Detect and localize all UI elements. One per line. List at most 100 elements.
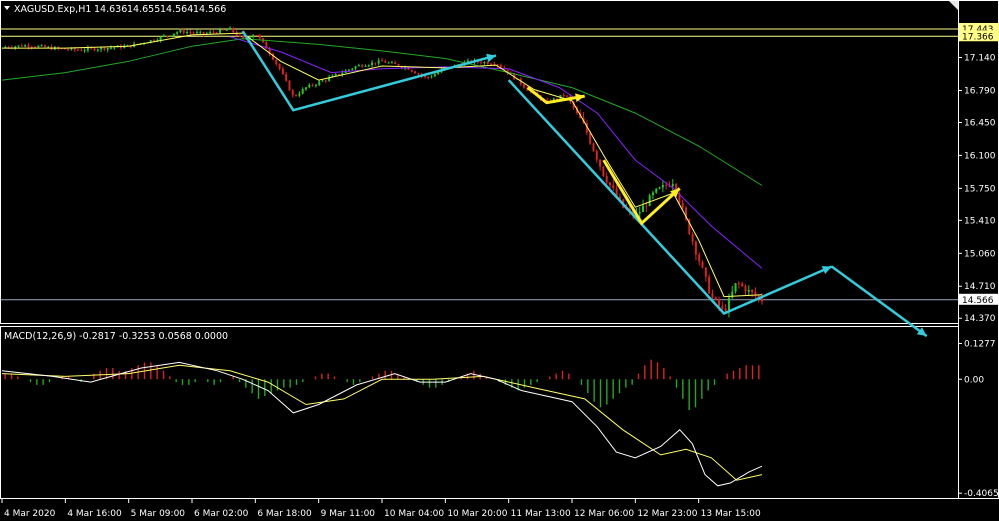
- candle-body: [113, 47, 116, 49]
- candle-body: [711, 293, 714, 298]
- price-tick-label: 15.060: [964, 249, 996, 259]
- time-tick-label: 5 Mar 09:00: [131, 509, 186, 519]
- candle-body: [305, 87, 307, 90]
- candle-body: [192, 32, 195, 34]
- time-tick-label: 12 Mar 23:00: [637, 509, 697, 519]
- candle-body: [430, 76, 433, 78]
- time-tick-label: 10 Mar 04:00: [384, 509, 444, 519]
- macd-tick-label: 0.00: [964, 375, 984, 385]
- candle-body: [67, 49, 70, 51]
- price-tags: 17.44317.36614.566: [959, 23, 999, 306]
- time-tick-label: 6 Mar 18:00: [257, 509, 312, 519]
- candle-body: [523, 84, 526, 88]
- time-tick-label: 9 Mar 11:00: [321, 509, 376, 519]
- macd-indicator: [1, 359, 763, 487]
- candle-body: [298, 93, 301, 96]
- candle-body: [414, 71, 417, 74]
- candle-body: [229, 27, 231, 30]
- candle-body: [314, 84, 317, 86]
- candle-body: [43, 45, 46, 48]
- chart-corner-triangle-icon: [948, 0, 958, 10]
- candle-body: [176, 32, 179, 34]
- candle-body: [721, 306, 724, 309]
- candle-body: [714, 297, 717, 299]
- candle-body: [377, 60, 380, 64]
- price-axis-ticks: 17.140 16.790 16.450 16.100 15.750 15.410 15.0…: [958, 54, 996, 324]
- low-value: 14.564: [160, 4, 193, 15]
- macd-signal-line: [1, 364, 763, 481]
- candle-body: [681, 203, 684, 208]
- candle-body: [751, 289, 754, 293]
- candle-body: [357, 65, 360, 67]
- candle-body: [321, 80, 324, 82]
- candle-body: [162, 35, 165, 37]
- candle-body: [737, 283, 740, 285]
- candle-body: [361, 65, 364, 67]
- candle-body: [486, 62, 489, 64]
- candle-body: [638, 211, 641, 214]
- candle-body: [605, 175, 608, 183]
- candle-body: [77, 49, 79, 51]
- time-tick-label: 13 Mar 15:00: [701, 509, 761, 519]
- candle-body: [334, 74, 337, 76]
- candle-body: [215, 32, 218, 34]
- candle-body: [589, 132, 592, 144]
- candle-body: [222, 29, 225, 31]
- horizontal-levels: [1, 28, 958, 301]
- candle-body: [602, 166, 605, 176]
- dropdown-triangle-icon[interactable]: [4, 6, 10, 10]
- close-value: 14.566: [193, 4, 226, 15]
- candle-body: [417, 73, 420, 75]
- candle-body: [209, 32, 212, 34]
- candle-body: [308, 84, 311, 88]
- candle-body: [671, 183, 674, 187]
- candle-body: [212, 32, 215, 34]
- candle-body: [390, 62, 393, 64]
- candle-body: [47, 46, 50, 48]
- candle-body: [645, 205, 648, 207]
- candle-body: [40, 45, 43, 47]
- candle-body: [665, 184, 668, 186]
- time-tick-label: 6 Mar 02:00: [194, 509, 249, 519]
- macd-tick-label: 0.1277: [964, 339, 996, 349]
- time-tick-label: 4 Mar 2020: [4, 509, 56, 519]
- candle-body: [252, 35, 255, 38]
- candle-body: [655, 188, 658, 193]
- candle-body: [172, 33, 175, 36]
- candle-body: [384, 61, 387, 63]
- candle-body: [186, 32, 189, 34]
- candle-body: [288, 80, 291, 91]
- candle-body: [281, 68, 284, 75]
- candle-body: [258, 35, 261, 39]
- candle-body: [612, 185, 615, 189]
- candle-body: [242, 36, 245, 39]
- candle-body: [364, 65, 367, 67]
- price-tick-label: 16.100: [964, 151, 996, 161]
- candle-body: [691, 233, 694, 242]
- macd-panel-border: [0, 326, 959, 499]
- time-tick-label: 4 Mar 16:00: [67, 509, 122, 519]
- candle-body: [179, 29, 182, 33]
- price-tag-label: 14.566: [962, 296, 994, 306]
- candle-body: [301, 89, 304, 94]
- candle-body: [219, 29, 222, 34]
- candles: [4, 26, 763, 318]
- open-value: 14.636: [94, 4, 127, 15]
- candle-body: [704, 267, 707, 277]
- candle-body: [324, 80, 327, 82]
- candle-body: [37, 45, 40, 48]
- ma-fast-line: [2, 32, 763, 298]
- candle-body: [734, 283, 737, 292]
- candle-body: [86, 47, 89, 51]
- price-tick-label: 15.410: [964, 216, 996, 226]
- price-tick-label: 16.790: [964, 86, 996, 96]
- candle-body: [592, 143, 595, 151]
- moving-averages: [1, 32, 763, 298]
- candle-body: [318, 81, 321, 85]
- candle-body: [295, 95, 298, 97]
- candle-body: [708, 276, 711, 294]
- candle-body: [718, 298, 721, 307]
- candle-body: [195, 32, 198, 34]
- candle-body: [80, 50, 83, 52]
- candle-body: [291, 90, 294, 96]
